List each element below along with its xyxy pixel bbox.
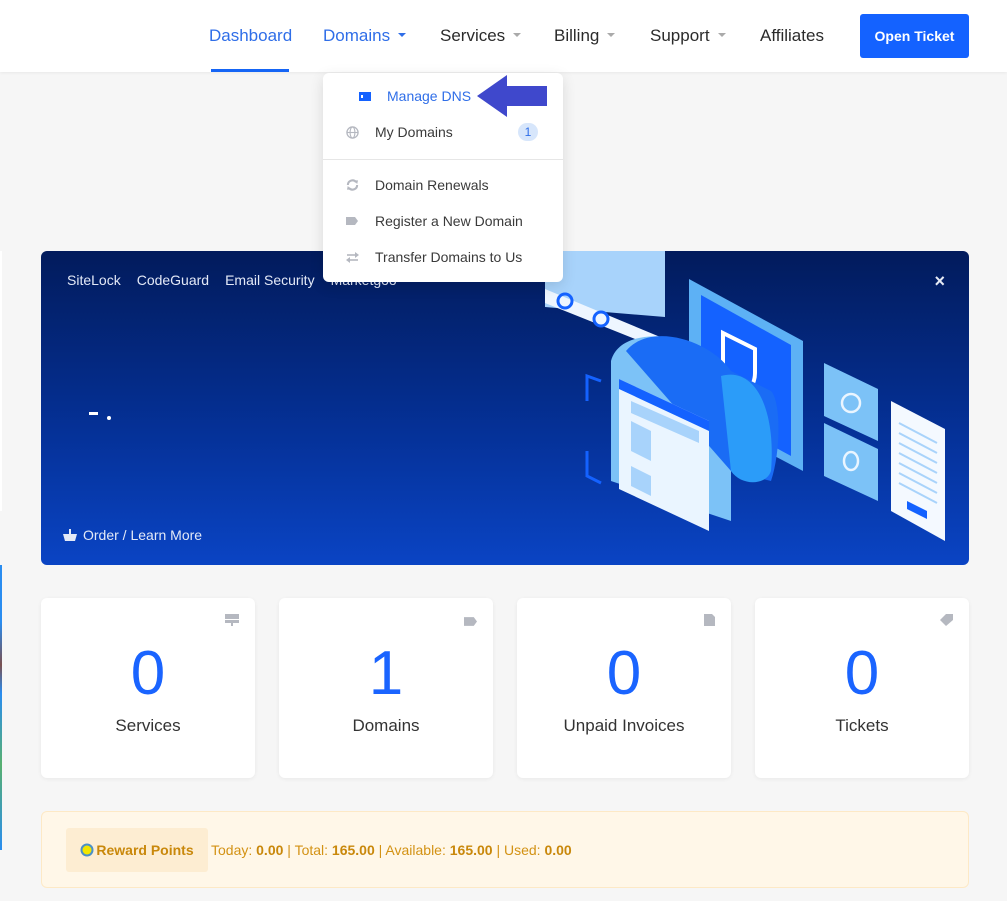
stat-label: Domains xyxy=(352,716,420,735)
reward-points-panel: Reward Points Today: 0.00 | Total: 165.0… xyxy=(41,811,969,888)
dropdown-divider xyxy=(323,159,563,160)
reward-points-summary: Today: 0.00 | Total: 165.00 | Available:… xyxy=(211,842,572,858)
exchange-icon xyxy=(345,250,359,264)
dropdown-item-label: Domain Renewals xyxy=(375,177,489,193)
stat-card-services[interactable]: 0 Services xyxy=(41,598,255,778)
nav-support-label: Support xyxy=(650,26,710,45)
nav-dashboard-label: Dashboard xyxy=(209,26,293,45)
order-learn-more-link[interactable]: Order / Learn More xyxy=(63,527,202,543)
nav-billing-label: Billing xyxy=(554,26,600,45)
banner-tab-email-security[interactable]: Email Security xyxy=(225,272,314,288)
total-value: 165.00 xyxy=(331,842,375,858)
reward-badge-icon xyxy=(80,843,94,857)
domain-count-badge: 1 xyxy=(518,123,538,141)
nav-domains-label: Domains xyxy=(323,26,391,45)
nav-dashboard[interactable]: Dashboard xyxy=(209,26,292,46)
reward-points-tag: Reward Points xyxy=(66,828,208,872)
stat-value: 0 xyxy=(606,639,642,708)
nav-services[interactable]: Services xyxy=(440,26,522,46)
stat-label: Services xyxy=(115,716,181,735)
order-learn-more-label: Order / Learn More xyxy=(83,527,203,543)
banner-tab-sitelock[interactable]: SiteLock xyxy=(67,272,121,288)
dropdown-item-transfer-domains[interactable]: Transfer Domains to Us xyxy=(323,241,563,273)
dropdown-item-label: Transfer Domains to Us xyxy=(375,249,523,265)
dropdown-item-register-domain[interactable]: Register a New Domain xyxy=(323,205,563,237)
separator: | xyxy=(378,842,383,858)
nav-support[interactable]: Support xyxy=(650,26,726,46)
security-illustration xyxy=(545,251,945,541)
today-label: Today: xyxy=(211,842,253,858)
separator: | xyxy=(287,842,291,858)
caret-down-icon xyxy=(717,32,726,37)
nav-services-label: Services xyxy=(440,26,506,45)
total-label: Total: xyxy=(294,842,329,858)
used-value: 0.00 xyxy=(544,842,572,858)
illus-document xyxy=(891,401,945,541)
caret-down-icon xyxy=(398,32,407,37)
stat-value: 0 xyxy=(844,639,880,708)
nav-domains[interactable]: Domains xyxy=(323,26,407,46)
globe-icon xyxy=(345,125,359,139)
used-label: Used: xyxy=(504,842,541,858)
stat-value: 1 xyxy=(368,639,404,708)
basket-icon xyxy=(63,529,77,541)
promo-banner: SiteLock CodeGuard Email Security Market… xyxy=(41,251,969,565)
stat-label: Tickets xyxy=(835,716,889,735)
nav-billing[interactable]: Billing xyxy=(554,26,616,46)
dns-card-icon xyxy=(358,89,372,103)
dropdown-item-label: Manage DNS xyxy=(387,88,472,104)
banner-text-fragment xyxy=(89,412,98,415)
nav-affiliates-label: Affiliates xyxy=(760,26,824,45)
ticket-icon xyxy=(940,613,953,631)
dropdown-item-label: Register a New Domain xyxy=(375,213,523,229)
left-edge-image-strip xyxy=(0,565,2,850)
caret-down-icon xyxy=(607,32,616,37)
tag-icon xyxy=(345,214,359,228)
banner-tab-codeguard[interactable]: CodeGuard xyxy=(137,272,209,288)
tag-icon xyxy=(464,613,477,631)
stat-value: 0 xyxy=(130,639,166,708)
stat-label: Unpaid Invoices xyxy=(563,716,685,735)
caret-down-icon xyxy=(513,32,522,37)
available-label: Available: xyxy=(385,842,446,858)
stat-card-tickets[interactable]: 0 Tickets xyxy=(755,598,969,778)
open-ticket-button[interactable]: Open Ticket xyxy=(860,14,969,58)
active-nav-underline xyxy=(211,69,289,72)
today-value: 0.00 xyxy=(256,842,284,858)
top-navbar: Dashboard Domains Services Billing Suppo… xyxy=(0,0,1007,72)
left-edge-panel xyxy=(0,251,2,511)
stat-card-unpaid-invoices[interactable]: 0 Unpaid Invoices xyxy=(517,598,731,778)
banner-text-fragment xyxy=(107,416,111,420)
sync-icon xyxy=(345,178,359,192)
separator: | xyxy=(496,842,501,858)
dropdown-item-domain-renewals[interactable]: Domain Renewals xyxy=(323,169,563,201)
server-icon xyxy=(225,613,239,631)
nav-affiliates[interactable]: Affiliates xyxy=(760,26,824,46)
annotation-arrow-icon xyxy=(477,75,547,117)
available-value: 165.00 xyxy=(449,842,493,858)
reward-points-title: Reward Points xyxy=(96,842,194,858)
dropdown-item-label: My Domains xyxy=(375,124,453,140)
file-icon xyxy=(704,613,715,631)
stat-card-domains[interactable]: 1 Domains xyxy=(279,598,493,778)
dropdown-item-my-domains[interactable]: My Domains 1 xyxy=(323,116,563,148)
